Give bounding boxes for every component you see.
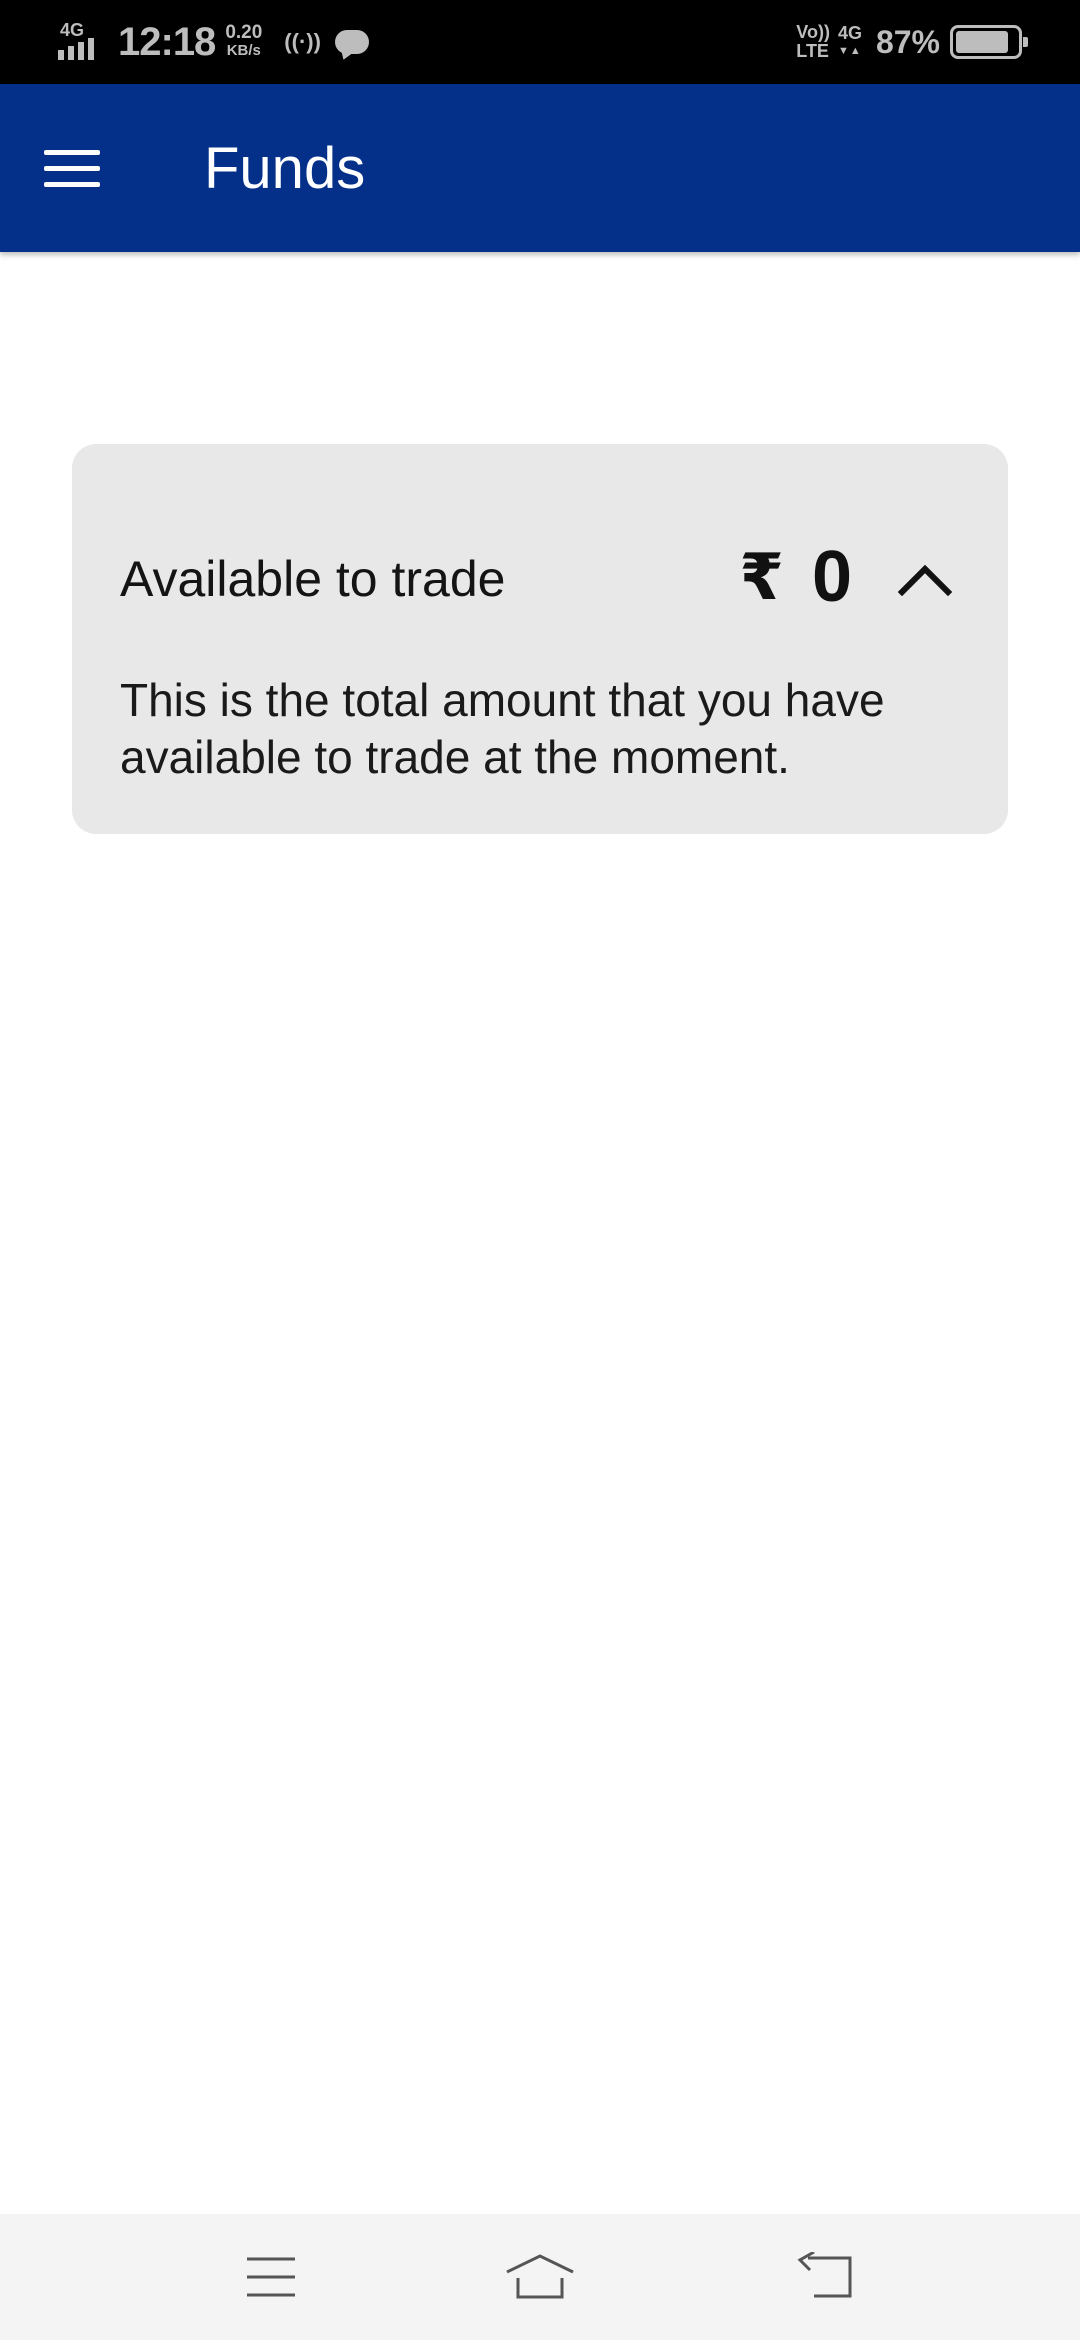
chevron-up-icon[interactable] [890, 544, 960, 614]
volte-label: Vo)) [796, 22, 830, 42]
available-amount-value: 0 [811, 537, 852, 617]
system-navigation-bar [0, 2214, 1080, 2340]
data-activity-arrows: ▼▲ [838, 45, 862, 57]
available-funds-card: Available to trade ₹ 0 This is the total… [72, 444, 1008, 834]
available-to-trade-description: This is the total amount that you have a… [120, 674, 885, 783]
battery-icon [950, 25, 1028, 59]
network-speed-value: 0.20 [225, 22, 263, 43]
status-bar-left: 4G 12:18 0.20 KB/s ((·)) [56, 0, 369, 84]
page-title: Funds [204, 135, 366, 201]
home-icon[interactable] [500, 2237, 580, 2317]
back-icon[interactable] [784, 2237, 864, 2317]
recent-apps-menu-icon[interactable] [231, 2237, 311, 2317]
battery-percent: 87% [875, 23, 940, 60]
lte-label: LTE [796, 41, 829, 61]
app-bar: Funds [0, 84, 1080, 252]
available-to-trade-label: Available to trade [120, 551, 506, 607]
status-time: 12:18 [118, 19, 216, 64]
status-bar: 4G 12:18 0.20 KB/s ((·)) Vo)) LTE 4G ▼▲ [0, 0, 1080, 84]
rupee-icon: ₹ [739, 540, 784, 613]
mobile-data-icon: 4G ▼▲ [838, 24, 862, 60]
hamburger-menu-icon[interactable] [30, 128, 114, 208]
battery-fill [956, 31, 1009, 53]
volte-icon: Vo)) LTE [796, 23, 830, 61]
network-speed: 0.20 KB/s [225, 22, 263, 60]
cellular-signal-icon: 4G [56, 20, 106, 64]
message-notification-icon [334, 28, 369, 62]
hotspot-icon: ((·)) [284, 29, 321, 54]
network-speed-unit: KB/s [226, 42, 261, 59]
mobile-data-type: 4G [837, 23, 862, 43]
status-bar-right: Vo)) LTE 4G ▼▲ 87% [796, 0, 1028, 84]
available-amount: ₹ 0 [739, 536, 852, 618]
